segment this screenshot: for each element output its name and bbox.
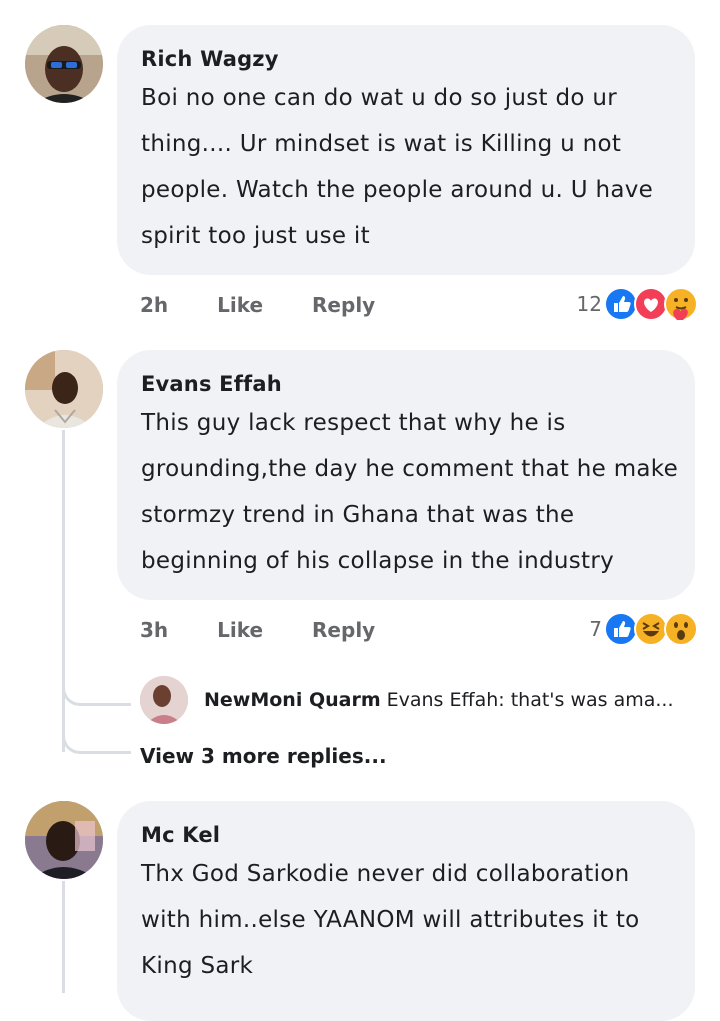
comment-bubble: Evans Effah This guy lack respect that w…	[117, 350, 695, 600]
thread-line	[62, 881, 65, 993]
thread-branch	[62, 723, 131, 754]
reply-preview[interactable]: NewMoni Quarm Evans Effah: that's was am…	[140, 676, 674, 724]
avatar-photo	[25, 801, 103, 879]
like-button[interactable]: Like	[217, 614, 263, 646]
avatar-photo	[25, 350, 103, 428]
reaction-count: 12	[576, 292, 602, 316]
comment-author[interactable]: Rich Wagzy	[141, 43, 673, 75]
view-more-replies-link[interactable]: View 3 more replies...	[140, 740, 387, 772]
haha-icon	[634, 612, 668, 646]
thread-branch	[62, 675, 131, 706]
comment-bubble: Mc Kel Thx God Sarkodie never did collab…	[117, 801, 695, 1021]
avatar-photo	[140, 676, 188, 724]
comment-actions: 2h Like Reply	[140, 289, 417, 321]
care-icon	[664, 287, 698, 321]
comment-time: 2h	[140, 293, 169, 317]
reply-button[interactable]: Reply	[312, 614, 375, 646]
reaction-summary[interactable]: 7	[589, 611, 698, 647]
love-icon	[634, 287, 668, 321]
comment-author[interactable]: Evans Effah	[141, 368, 673, 400]
reply-text: Evans Effah: that's was ama...	[386, 689, 674, 711]
reaction-summary[interactable]: 12	[577, 286, 698, 322]
reply-author[interactable]: NewMoni Quarm	[204, 689, 381, 711]
avatar[interactable]	[25, 25, 103, 103]
like-icon	[604, 612, 638, 646]
comment-author[interactable]: Mc Kel	[141, 819, 673, 851]
thread-line	[62, 430, 65, 752]
comment-text: This guy lack respect that why he is gro…	[141, 410, 679, 574]
comment-bubble: Rich Wagzy Boi no one can do wat u do so…	[117, 25, 695, 275]
avatar-photo	[25, 25, 103, 103]
avatar[interactable]	[140, 676, 188, 724]
comment-text: Boi no one can do wat u do so just do ur…	[141, 85, 654, 249]
reaction-count: 7	[589, 617, 602, 641]
avatar[interactable]	[25, 350, 103, 428]
comment-actions: 3h Like Reply	[140, 614, 417, 646]
like-button[interactable]: Like	[217, 289, 263, 321]
like-icon	[604, 287, 638, 321]
avatar[interactable]	[25, 801, 103, 879]
comment-text: Thx God Sarkodie never did collaboration…	[141, 861, 640, 979]
reply-button[interactable]: Reply	[312, 289, 375, 321]
comment-time: 3h	[140, 618, 169, 642]
wow-icon	[664, 612, 698, 646]
